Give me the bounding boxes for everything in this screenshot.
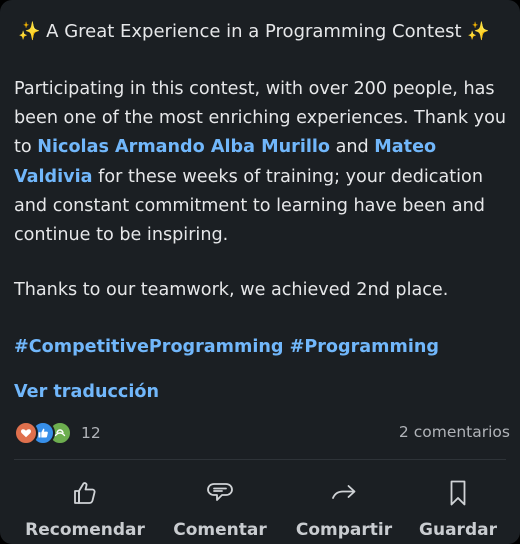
save-label: Guardar [419,520,497,540]
hashtags-link[interactable]: #CompetitiveProgramming #Programming [14,333,439,362]
share-arrow-icon [332,485,356,499]
comment-button[interactable]: Comentar [155,470,285,544]
social-counts: 12 2 comentarios [14,419,510,447]
comments-count-link[interactable]: 2 comentarios [399,423,510,441]
comment-icon [207,483,233,501]
post-title: ✨ A Great Experience in a Programming Co… [18,20,490,44]
recommend-label: Recomendar [25,520,145,540]
post-paragraph: Participating in this contest, with over… [14,75,509,250]
sparkles-icon: ✨ [467,21,490,42]
sparkles-icon: ✨ [18,21,41,42]
post-card: ✨ A Great Experience in a Programming Co… [0,0,520,544]
share-label: Compartir [295,520,393,540]
bookmark-icon [450,480,466,506]
post-title-text: A Great Experience in a Programming Cont… [46,21,462,42]
translate-link[interactable]: Ver traducción [14,378,159,406]
thumbs-up-icon [74,482,96,504]
save-button[interactable]: Guardar [393,470,520,544]
recommend-button[interactable]: Recomendar [20,470,150,544]
actions-divider [14,459,506,460]
post-actions: Recomendar Comentar Compartir Guardar [0,470,520,544]
comment-label: Comentar [173,520,267,540]
reactions-summary[interactable]: 12 [14,421,101,445]
reaction-count: 12 [81,424,101,442]
post-paragraph: Thanks to our teamwork, we achieved 2nd … [14,280,449,300]
mention-link[interactable]: Nicolas Armando Alba Murillo [37,137,330,157]
paragraph-text: and [330,137,375,158]
love-icon [14,421,38,445]
share-button[interactable]: Compartir [279,470,409,544]
